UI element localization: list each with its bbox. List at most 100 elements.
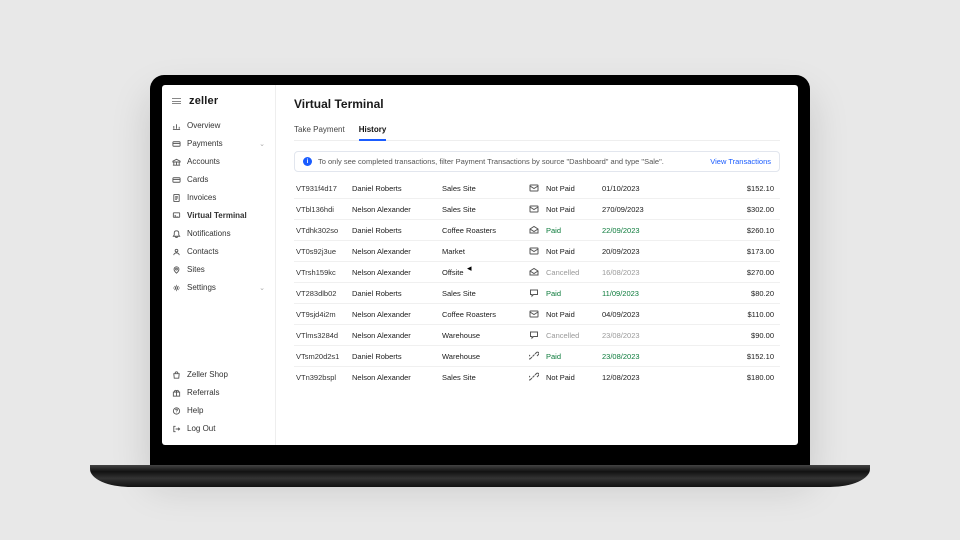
- txn-site: Market: [442, 247, 522, 256]
- table-row[interactable]: VT931f4d17Daniel RobertsSales SiteNot Pa…: [294, 178, 780, 198]
- txn-customer: Daniel Roberts: [352, 289, 442, 298]
- txn-date: 11/09/2023: [602, 289, 668, 298]
- txn-amount: $152.10: [668, 352, 778, 361]
- txn-amount: $80.20: [668, 289, 778, 298]
- mail-open-icon: [522, 267, 546, 277]
- txn-amount: $180.00: [668, 373, 778, 382]
- txn-id: VT931f4d17: [296, 184, 352, 193]
- bag-icon: [172, 370, 181, 379]
- nav-main: Overview Payments⌄ Accounts Cards Invoices Vi…: [162, 117, 275, 296]
- mail-icon: [522, 246, 546, 256]
- sidebar-item-label: Zeller Shop: [187, 370, 228, 379]
- txn-date: 16/08/2023: [602, 268, 668, 277]
- txn-date: 01/10/2023: [602, 184, 668, 193]
- txn-status: Not Paid: [546, 247, 602, 256]
- mail-icon: [522, 183, 546, 193]
- sidebar-item-label: Notifications: [187, 229, 231, 238]
- sidebar-item-label: Contacts: [187, 247, 219, 256]
- sidebar-item-sites[interactable]: Sites: [166, 261, 271, 278]
- txn-id: VTsm20d2s1: [296, 352, 352, 361]
- tabs: Take Payment History: [294, 121, 780, 141]
- gear-icon: [172, 283, 181, 292]
- txn-id: VTn392bspl: [296, 373, 352, 382]
- card-icon: [172, 175, 181, 184]
- table-row[interactable]: VTlms3284dNelson AlexanderWarehouseCance…: [294, 324, 780, 345]
- sidebar-item-accounts[interactable]: Accounts: [166, 153, 271, 170]
- txn-site: Sales Site: [442, 205, 522, 214]
- sidebar-item-label: Accounts: [187, 157, 220, 166]
- txn-amount: $260.10: [668, 226, 778, 235]
- sidebar-item-zeller-shop[interactable]: Zeller Shop: [166, 366, 271, 383]
- chevron-down-icon: ⌄: [259, 140, 265, 148]
- notice-text: To only see completed transactions, filt…: [318, 157, 664, 166]
- chevron-down-icon: ⌄: [259, 284, 265, 292]
- header-row: zeller: [162, 93, 275, 117]
- txn-site: Offsite: [442, 268, 522, 277]
- sidebar-item-help[interactable]: Help: [166, 402, 271, 419]
- txn-status: Paid: [546, 289, 602, 298]
- card-icon: [172, 139, 181, 148]
- txn-site: Warehouse: [442, 352, 522, 361]
- pin-icon: [172, 265, 181, 274]
- txn-date: 23/08/2023: [602, 331, 668, 340]
- txn-id: VT283dlb02: [296, 289, 352, 298]
- tab-history[interactable]: History: [359, 121, 387, 141]
- sidebar-item-log-out[interactable]: Log Out: [166, 420, 271, 437]
- app-screen: zeller Overview Payments⌄ Accounts Cards Inv…: [162, 85, 798, 445]
- sidebar-item-cards[interactable]: Cards: [166, 171, 271, 188]
- sidebar-item-notifications[interactable]: Notifications: [166, 225, 271, 242]
- txn-site: Coffee Roasters: [442, 310, 522, 319]
- txn-amount: $173.00: [668, 247, 778, 256]
- sidebar-item-contacts[interactable]: Contacts: [166, 243, 271, 260]
- link-icon: [522, 351, 546, 361]
- txn-customer: Nelson Alexander: [352, 310, 442, 319]
- txn-status: Not Paid: [546, 205, 602, 214]
- txn-status: Not Paid: [546, 310, 602, 319]
- sidebar-item-virtual-terminal[interactable]: Virtual Terminal: [166, 207, 271, 224]
- table-row[interactable]: VT9sjd4i2mNelson AlexanderCoffee Roaster…: [294, 303, 780, 324]
- txn-customer: Nelson Alexander: [352, 373, 442, 382]
- txn-status: Not Paid: [546, 184, 602, 193]
- txn-site: Sales Site: [442, 184, 522, 193]
- sidebar-item-referrals[interactable]: Referrals: [166, 384, 271, 401]
- txn-status: Cancelled: [546, 268, 602, 277]
- sidebar-item-invoices[interactable]: Invoices: [166, 189, 271, 206]
- sidebar-item-label: Invoices: [187, 193, 216, 202]
- txn-site: Coffee Roasters: [442, 226, 522, 235]
- table-row[interactable]: VT283dlb02Daniel RobertsSales SitePaid11…: [294, 282, 780, 303]
- table-row[interactable]: VTbl136hdiNelson AlexanderSales SiteNot …: [294, 198, 780, 219]
- sidebar-item-overview[interactable]: Overview: [166, 117, 271, 134]
- mail-open-icon: [522, 225, 546, 235]
- view-transactions-link[interactable]: View Transactions: [710, 157, 771, 166]
- table-row[interactable]: VTrsh159kcNelson AlexanderOffsiteCancell…: [294, 261, 780, 282]
- nav-footer: Zeller Shop Referrals HelpLog Out: [162, 366, 275, 437]
- sidebar-item-payments[interactable]: Payments⌄: [166, 135, 271, 152]
- txn-date: 12/08/2023: [602, 373, 668, 382]
- sidebar-item-settings[interactable]: Settings ⌄: [166, 279, 271, 296]
- hamburger-icon[interactable]: [172, 98, 181, 104]
- txn-amount: $302.00: [668, 205, 778, 214]
- table-row[interactable]: VTdhk302soDaniel RobertsCoffee RoastersP…: [294, 219, 780, 240]
- bank-icon: [172, 157, 181, 166]
- table-row[interactable]: VTsm20d2s1Daniel RobertsWarehousePaid23/…: [294, 345, 780, 366]
- sidebar-item-label: Overview: [187, 121, 220, 130]
- table-row[interactable]: VT0s92j3ueNelson AlexanderMarketNot Paid…: [294, 240, 780, 261]
- txn-amount: $270.00: [668, 268, 778, 277]
- txn-customer: Nelson Alexander: [352, 205, 442, 214]
- gift-icon: [172, 388, 181, 397]
- chat-icon: [522, 330, 546, 340]
- txn-site: Warehouse: [442, 331, 522, 340]
- txn-id: VTdhk302so: [296, 226, 352, 235]
- txn-amount: $152.10: [668, 184, 778, 193]
- help-icon: [172, 406, 181, 415]
- sidebar-item-label: Settings: [187, 283, 216, 292]
- table-row[interactable]: VTn392bsplNelson AlexanderSales SiteNot …: [294, 366, 780, 387]
- txn-id: VT0s92j3ue: [296, 247, 352, 256]
- sidebar-item-label: Sites: [187, 265, 205, 274]
- txn-date: 04/09/2023: [602, 310, 668, 319]
- tab-take-payment[interactable]: Take Payment: [294, 121, 345, 140]
- sidebar-item-label: Referrals: [187, 388, 219, 397]
- txn-site: Sales Site: [442, 373, 522, 382]
- mail-icon: [522, 309, 546, 319]
- brand-logo: zeller: [189, 95, 218, 107]
